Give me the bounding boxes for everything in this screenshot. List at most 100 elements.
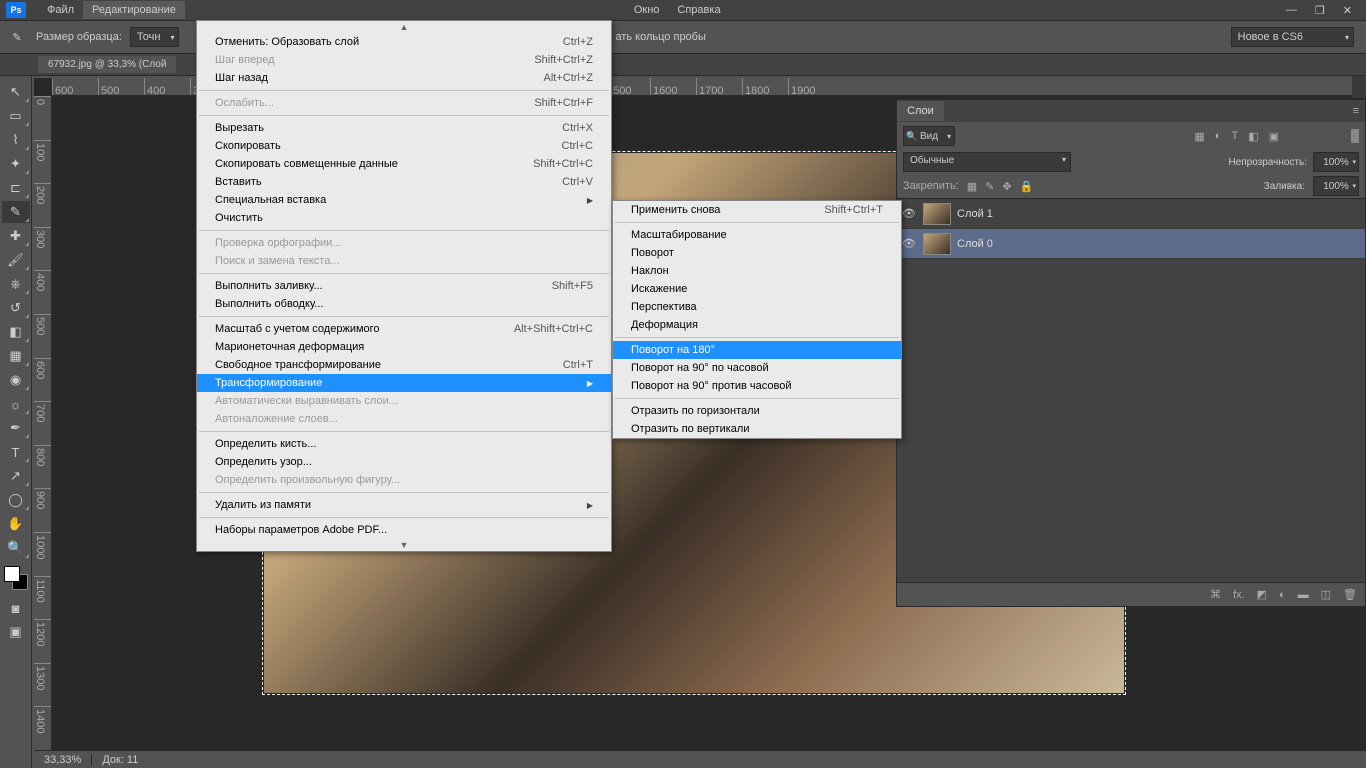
eyedropper-icon[interactable]: ✎: [6, 26, 28, 48]
visibility-icon[interactable]: 👁: [901, 237, 917, 250]
gradient-tool[interactable]: ▦: [2, 345, 30, 367]
opacity-field[interactable]: 100%: [1313, 152, 1359, 172]
menu-edit[interactable]: Редактирование: [83, 1, 185, 19]
maximize-icon[interactable]: ❐: [1315, 4, 1325, 17]
layer-row[interactable]: 👁 Слой 1: [897, 199, 1365, 229]
menu-item[interactable]: Трансформирование: [197, 374, 611, 392]
layers-tab[interactable]: Слои: [897, 101, 944, 121]
menu-item[interactable]: Перспектива: [613, 298, 901, 316]
menu-item[interactable]: Масштабирование: [613, 226, 901, 244]
layer-thumbnail[interactable]: [923, 233, 951, 255]
move-tool[interactable]: ↖: [2, 81, 30, 103]
filter-toggle[interactable]: [1351, 129, 1359, 143]
menu-item[interactable]: Масштаб с учетом содержимогоAlt+Shift+Ct…: [197, 320, 611, 338]
sample-size-dropdown[interactable]: Точн: [130, 27, 180, 47]
zoom-level[interactable]: 33,33%: [34, 754, 91, 766]
filter-adjust-icon[interactable]: ◐: [1215, 130, 1222, 143]
menu-item[interactable]: Применить сноваShift+Ctrl+T: [613, 201, 901, 219]
marquee-tool[interactable]: ▭: [2, 105, 30, 127]
filter-image-icon[interactable]: ▦: [1194, 130, 1204, 143]
wand-tool[interactable]: ✦: [2, 153, 30, 175]
minimize-icon[interactable]: —: [1286, 4, 1297, 17]
stamp-tool[interactable]: ⎈: [2, 273, 30, 295]
lasso-tool[interactable]: ⌇: [2, 129, 30, 151]
menu-item[interactable]: Наклон: [613, 262, 901, 280]
layer-thumbnail[interactable]: [923, 203, 951, 225]
panel-collapse-grip[interactable]: [1352, 76, 1366, 98]
fill-field[interactable]: 100%: [1313, 176, 1359, 196]
fx-icon[interactable]: fx.: [1233, 589, 1245, 601]
trash-icon[interactable]: 🗑: [1343, 588, 1357, 601]
filter-type-icon[interactable]: T: [1231, 130, 1238, 143]
lock-brush-icon[interactable]: ✎: [985, 180, 994, 193]
quickmask-tool[interactable]: ◙: [2, 597, 30, 619]
menu-item[interactable]: СкопироватьCtrl+C: [197, 137, 611, 155]
menu-item[interactable]: Отразить по горизонтали: [613, 402, 901, 420]
path-tool[interactable]: ↗: [2, 465, 30, 487]
visibility-icon[interactable]: 👁: [901, 207, 917, 220]
close-icon[interactable]: ✕: [1343, 4, 1352, 17]
eyedropper-tool[interactable]: ✎: [2, 201, 30, 223]
eraser-tool[interactable]: ◧: [2, 321, 30, 343]
lock-all-icon[interactable]: 🔒: [1020, 180, 1034, 193]
heal-tool[interactable]: ✚: [2, 225, 30, 247]
menu-item[interactable]: Очистить: [197, 209, 611, 227]
zoom-tool[interactable]: 🔍: [2, 537, 30, 559]
new-layer-icon[interactable]: ◫: [1321, 588, 1331, 601]
menu-item[interactable]: Свободное трансформированиеCtrl+T: [197, 356, 611, 374]
dodge-tool[interactable]: ☼: [2, 393, 30, 415]
group-icon[interactable]: ▬: [1298, 589, 1309, 601]
menu-item[interactable]: Удалить из памяти: [197, 496, 611, 514]
blend-mode-dropdown[interactable]: Обычные: [903, 152, 1071, 172]
menu-item[interactable]: Выполнить обводку...: [197, 295, 611, 313]
menu-item[interactable]: Деформация: [613, 316, 901, 334]
menubar: Ps Файл Редактирование Окно Справка — ❐ …: [0, 0, 1366, 20]
document-tab[interactable]: 67932.jpg @ 33,3% (Слой: [38, 56, 176, 73]
filter-kind-dropdown[interactable]: Вид: [903, 126, 955, 146]
menu-item[interactable]: Определить узор...: [197, 453, 611, 471]
menu-item[interactable]: Поворот на 90° против часовой: [613, 377, 901, 395]
menu-window[interactable]: Окно: [625, 1, 669, 19]
brush-tool[interactable]: 🖌: [2, 249, 30, 271]
filter-smart-icon[interactable]: ▣: [1269, 130, 1279, 143]
mask-icon[interactable]: ◩: [1257, 588, 1267, 601]
menu-item[interactable]: Определить кисть...: [197, 435, 611, 453]
adjustment-icon[interactable]: ◐: [1279, 589, 1286, 601]
menu-help[interactable]: Справка: [668, 1, 729, 19]
lock-position-icon[interactable]: ✥: [1002, 180, 1011, 193]
layer-name[interactable]: Слой 0: [957, 238, 993, 250]
menu-item[interactable]: Наборы параметров Adobe PDF...: [197, 521, 611, 539]
menu-item[interactable]: ВырезатьCtrl+X: [197, 119, 611, 137]
shape-tool[interactable]: ◯: [2, 489, 30, 511]
menu-item[interactable]: Отразить по вертикали: [613, 420, 901, 438]
lock-pixels-icon[interactable]: ▦: [967, 180, 977, 193]
color-swatch[interactable]: [4, 566, 28, 590]
menu-item[interactable]: Отменить: Образовать слойCtrl+Z: [197, 33, 611, 51]
whatsnew-dropdown[interactable]: Новое в CS6: [1231, 27, 1354, 47]
pen-tool[interactable]: ✒: [2, 417, 30, 439]
panel-menu-icon[interactable]: ≡: [1353, 105, 1359, 117]
menu-item[interactable]: Марионеточная деформация: [197, 338, 611, 356]
menu-item[interactable]: Скопировать совмещенные данныеShift+Ctrl…: [197, 155, 611, 173]
menu-item[interactable]: Выполнить заливку...Shift+F5: [197, 277, 611, 295]
screenmode-tool[interactable]: ▣: [2, 621, 30, 643]
menu-item[interactable]: Шаг назадAlt+Ctrl+Z: [197, 69, 611, 87]
link-layers-icon[interactable]: ⌘: [1210, 588, 1221, 601]
transform-submenu: Применить сноваShift+Ctrl+T Масштабирован…: [612, 200, 902, 439]
menu-item[interactable]: Поворот: [613, 244, 901, 262]
layer-name[interactable]: Слой 1: [957, 208, 993, 220]
menu-item[interactable]: Специальная вставка: [197, 191, 611, 209]
menu-file[interactable]: Файл: [38, 1, 83, 19]
doc-info[interactable]: Док: 11: [91, 754, 148, 766]
menu-item[interactable]: Поворот на 180°: [613, 341, 901, 359]
hand-tool[interactable]: ✋: [2, 513, 30, 535]
layer-row[interactable]: 👁 Слой 0: [897, 229, 1365, 259]
menu-item[interactable]: ВставитьCtrl+V: [197, 173, 611, 191]
menu-item[interactable]: Поворот на 90° по часовой: [613, 359, 901, 377]
history-brush-tool[interactable]: ↺: [2, 297, 30, 319]
type-tool[interactable]: T: [2, 441, 30, 463]
filter-shape-icon[interactable]: ◧: [1248, 130, 1258, 143]
blur-tool[interactable]: ◉: [2, 369, 30, 391]
menu-item[interactable]: Искажение: [613, 280, 901, 298]
crop-tool[interactable]: ⊏: [2, 177, 30, 199]
